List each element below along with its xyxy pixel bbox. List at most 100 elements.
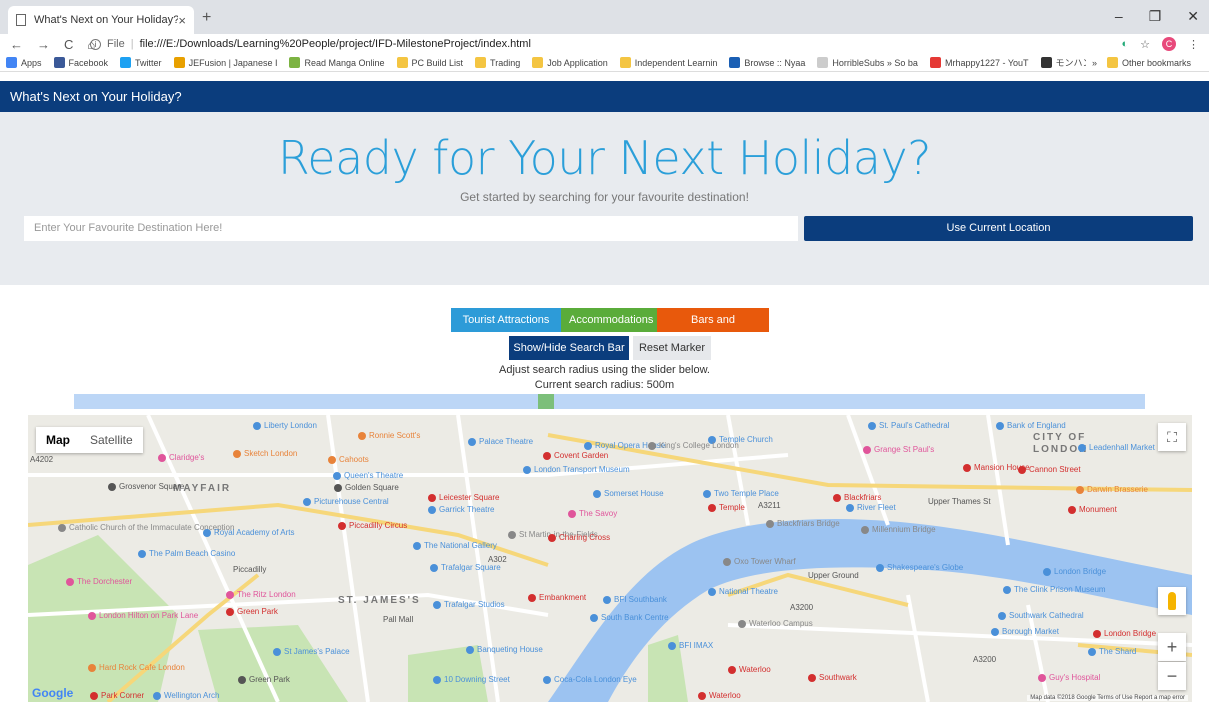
map-place-marker[interactable]: Grange St Paul's — [863, 445, 934, 454]
map-place-marker[interactable]: Coca-Cola London Eye — [543, 675, 637, 684]
info-icon[interactable]: i — [90, 38, 101, 50]
map-place-marker[interactable]: Trafalgar Studios — [433, 600, 505, 609]
map-place-marker[interactable]: Bank of England — [996, 421, 1066, 430]
map-place-marker[interactable]: Wellington Arch — [153, 691, 219, 700]
map-place-marker[interactable]: 10 Downing Street — [433, 675, 510, 684]
map-place-marker[interactable]: Park Corner — [90, 691, 144, 700]
map-place-marker[interactable]: Waterloo — [728, 665, 771, 674]
map-place-marker[interactable]: Trafalgar Square — [430, 563, 501, 572]
bookmark-item[interactable]: Browse :: Nyaa — [729, 57, 805, 68]
destination-search-input[interactable]: Enter Your Favourite Destination Here! — [24, 216, 798, 241]
map-place-marker[interactable]: Two Temple Place — [703, 489, 779, 498]
url-field[interactable]: i File | file:///E:/Downloads/Learning%2… — [90, 38, 1121, 50]
map-place-marker[interactable]: Golden Square — [334, 483, 399, 492]
map-place-marker[interactable]: Royal Academy of Arts — [203, 528, 294, 537]
map-place-marker[interactable]: Embankment — [528, 593, 586, 602]
bookmark-item[interactable]: Facebook — [53, 57, 108, 68]
map-place-marker[interactable]: The Palm Beach Casino — [138, 549, 235, 558]
map-place-marker[interactable]: Sketch London — [233, 449, 297, 458]
map-place-marker[interactable]: Temple — [708, 503, 745, 512]
restore-icon[interactable]: ❐ — [1149, 8, 1162, 25]
map-place-marker[interactable]: Ronnie Scott's — [358, 431, 420, 440]
map-place-marker[interactable]: Picturehouse Central — [303, 497, 389, 506]
map-place-marker[interactable]: National Theatre — [708, 587, 778, 596]
star-icon[interactable]: ☆ — [1140, 38, 1150, 51]
forward-icon[interactable]: → — [37, 37, 50, 52]
other-bookmarks-folder[interactable]: Other bookmarks — [1106, 57, 1191, 68]
navbar-brand[interactable]: What's Next on Your Holiday? — [10, 89, 182, 104]
map-place-marker[interactable]: Banqueting House — [466, 645, 543, 654]
map-place-marker[interactable]: Waterloo — [698, 691, 741, 700]
map-type-map-button[interactable]: Map — [36, 427, 80, 453]
map-place-marker[interactable]: The Shard — [1088, 647, 1136, 656]
radius-slider[interactable] — [74, 394, 1145, 409]
map-place-marker[interactable]: Southwark — [808, 673, 857, 682]
map-place-marker[interactable]: Monument — [1068, 505, 1117, 514]
map-place-marker[interactable]: Leicester Square — [428, 493, 499, 502]
map-place-marker[interactable]: Millennium Bridge — [861, 525, 936, 534]
map-place-marker[interactable]: The Clink Prison Museum — [1003, 585, 1106, 594]
minimize-icon[interactable]: – — [1115, 8, 1123, 25]
map-place-marker[interactable]: Blackfriars — [833, 493, 881, 502]
map-place-marker[interactable]: BFI Southbank — [603, 595, 667, 604]
map-place-marker[interactable]: Piccadilly Circus — [338, 521, 407, 530]
map-place-marker[interactable]: Waterloo Campus — [738, 619, 813, 628]
google-map[interactable]: Map Satellite MAYFAIR ST. JAMES'S CITY O… — [28, 415, 1192, 702]
bookmark-item[interactable]: Job Application — [532, 57, 608, 68]
map-place-marker[interactable]: Oxo Tower Wharf — [723, 557, 796, 566]
map-place-marker[interactable]: The Dorchester — [66, 577, 132, 586]
reload-icon[interactable]: C — [64, 37, 73, 52]
bookmark-item[interactable]: Apps — [6, 57, 42, 68]
map-place-marker[interactable]: London Hilton on Park Lane — [88, 611, 198, 620]
map-place-marker[interactable]: Somerset House — [593, 489, 664, 498]
bookmark-item[interactable]: PC Build List — [396, 57, 463, 68]
map-place-marker[interactable]: The National Gallery — [413, 541, 497, 550]
tab-close-icon[interactable]: × — [178, 13, 186, 28]
map-place-marker[interactable]: Shakespeare's Globe — [876, 563, 963, 572]
map-attribution[interactable]: Map data ©2018 Google Terms of Use Repor… — [1027, 695, 1188, 701]
bars-restaurants-button[interactable]: Bars and Restaurants — [657, 308, 769, 350]
map-place-marker[interactable]: Green Park — [238, 675, 290, 684]
map-place-marker[interactable]: Garrick Theatre — [428, 505, 494, 514]
map-place-marker[interactable]: The Savoy — [568, 509, 617, 518]
show-hide-search-bar-button[interactable]: Show/Hide Search Bar — [509, 336, 629, 360]
map-place-marker[interactable]: Palace Theatre — [468, 437, 533, 446]
map-place-marker[interactable]: BFI IMAX — [668, 641, 713, 650]
map-place-marker[interactable]: Cahoots — [328, 455, 369, 464]
url-text[interactable]: file:///E:/Downloads/Learning%20People/p… — [140, 38, 531, 50]
tourist-attractions-dropdown[interactable]: Tourist Attractions ▾ — [451, 308, 561, 350]
use-current-location-button[interactable]: Use Current Location — [804, 216, 1193, 241]
map-place-marker[interactable]: King's College London — [648, 441, 739, 450]
street-view-pegman-icon[interactable] — [1158, 587, 1186, 615]
map-place-marker[interactable]: River Fleet — [846, 503, 896, 512]
bookmark-item[interactable]: Read Manga Online — [289, 57, 385, 68]
map-place-marker[interactable]: Liberty London — [253, 421, 317, 430]
bookmark-item[interactable]: HorribleSubs » So ba — [817, 57, 918, 68]
map-place-marker[interactable]: Claridge's — [158, 453, 204, 462]
bookmark-item[interactable]: Mrhappy1227 - YouT — [929, 57, 1029, 68]
map-place-marker[interactable]: Hard Rock Cafe London — [88, 663, 185, 672]
bookmark-item[interactable]: JEFusion | Japanese I — [173, 57, 277, 68]
menu-icon[interactable]: ⋮ — [1188, 38, 1199, 51]
map-place-marker[interactable]: Queen's Theatre — [333, 471, 403, 480]
map-place-marker[interactable]: London Transport Museum — [523, 465, 630, 474]
map-place-marker[interactable]: South Bank Centre — [590, 613, 669, 622]
bookmark-item[interactable]: Trading — [475, 57, 520, 68]
map-place-marker[interactable]: Green Park — [226, 607, 278, 616]
map-place-marker[interactable]: Darwin Brasserie — [1076, 485, 1148, 494]
map-place-marker[interactable]: Blackfriars Bridge — [766, 519, 840, 528]
map-type-satellite-button[interactable]: Satellite — [80, 427, 143, 453]
reset-marker-button[interactable]: Reset Marker — [633, 336, 711, 360]
map-place-marker[interactable]: London Bridge — [1093, 629, 1156, 638]
accommodations-button[interactable]: Accommodations — [561, 308, 657, 332]
map-place-marker[interactable]: Grosvenor Square — [108, 482, 184, 491]
back-icon[interactable]: ← — [10, 37, 23, 52]
map-place-marker[interactable]: St James's Palace — [273, 647, 350, 656]
map-place-marker[interactable]: Southwark Cathedral — [998, 611, 1084, 620]
bookmark-item[interactable]: Twitter — [120, 57, 162, 68]
google-logo[interactable]: Google — [32, 686, 73, 700]
map-place-marker[interactable]: Leadenhall Market — [1078, 443, 1155, 452]
zoom-in-button[interactable]: + — [1158, 633, 1186, 661]
map-place-marker[interactable]: Charing Cross — [548, 533, 610, 542]
fullscreen-icon[interactable]: ⛶ — [1158, 423, 1186, 451]
